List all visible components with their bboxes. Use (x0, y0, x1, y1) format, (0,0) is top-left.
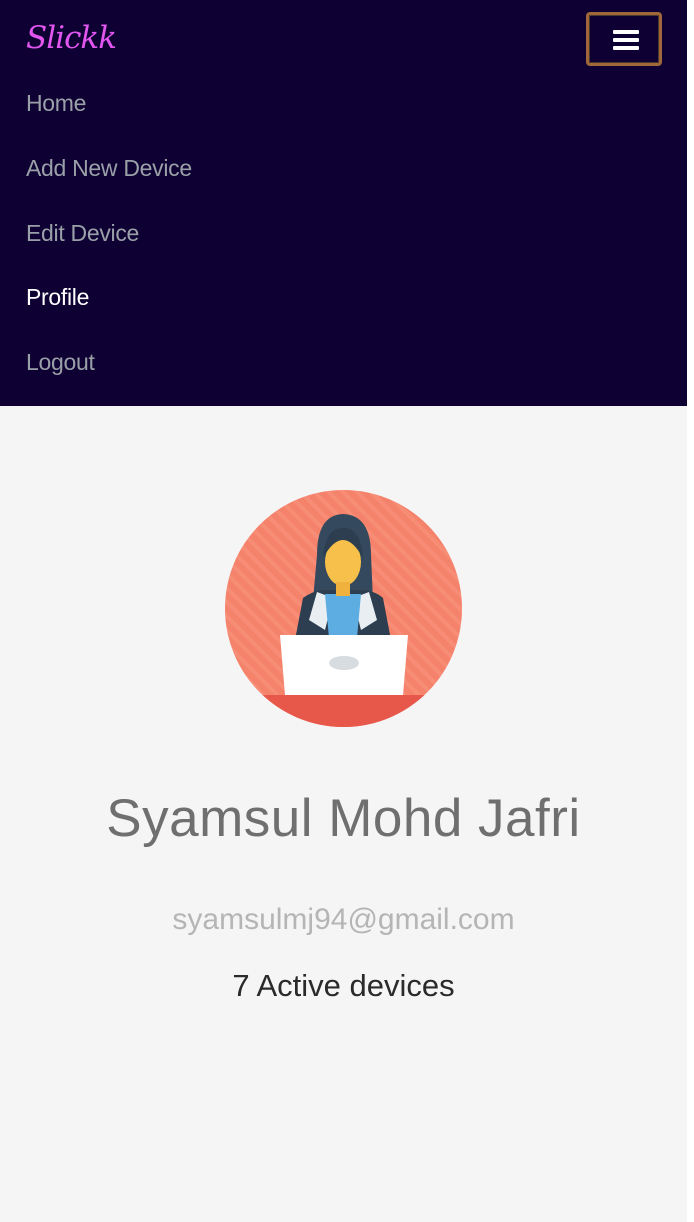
navbar: Slickk Home Add New Device Edit Device P… (0, 0, 687, 406)
menu-toggle-button[interactable] (586, 12, 662, 66)
profile-email: syamsulmj94@gmail.com (172, 903, 515, 936)
nav-item-logout[interactable]: Logout (26, 339, 192, 404)
hamburger-icon (613, 30, 639, 50)
profile-name: Syamsul Mohd Jafri (106, 789, 581, 848)
nav-item-edit-device[interactable]: Edit Device (26, 210, 192, 275)
nav-item-profile[interactable]: Profile (26, 274, 192, 339)
nav-menu: Home Add New Device Edit Device Profile … (26, 80, 192, 404)
nav-item-home[interactable]: Home (26, 80, 192, 145)
active-devices-count: 7 Active devices (232, 968, 455, 1003)
brand-logo[interactable]: Slickk (26, 20, 117, 56)
page-edge-strip (687, 0, 694, 1222)
nav-item-add-new-device[interactable]: Add New Device (26, 145, 192, 210)
woman-at-laptop-avatar-icon (225, 490, 462, 727)
